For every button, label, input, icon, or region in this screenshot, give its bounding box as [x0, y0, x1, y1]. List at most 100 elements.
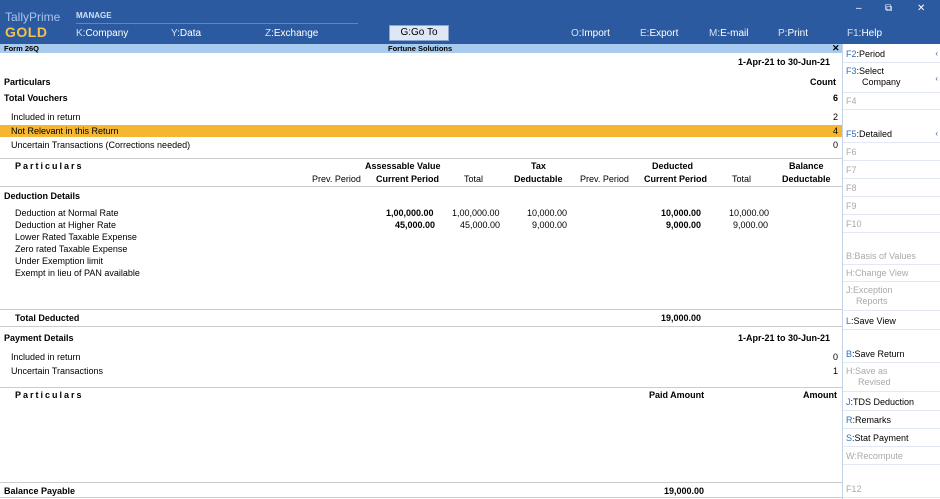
row-higher-rate-label[interactable]: Deduction at Higher Rate	[15, 220, 116, 230]
payment-included-label[interactable]: Included in return	[11, 352, 81, 362]
row-normal-rate-av-total: 1,00,000.00	[452, 208, 500, 218]
report-period[interactable]: 1-Apr-21 to 30-Jun-21	[738, 57, 830, 67]
ded-current-period-header: Current Period	[644, 174, 708, 184]
save-return-button[interactable]: B:Save Return	[843, 347, 940, 363]
row-lower-rated-label[interactable]: Lower Rated Taxable Expense	[15, 232, 137, 242]
total-deducted-value: 19,000.00	[661, 313, 702, 323]
period-button[interactable]: F2:Period ‹	[843, 46, 940, 63]
recompute-button[interactable]: W:Recompute	[843, 448, 940, 465]
not-relevant-value: 4	[833, 126, 839, 136]
data-menu[interactable]: Y:Data	[171, 28, 201, 39]
exchange-menu[interactable]: Z:Exchange	[265, 28, 318, 39]
amount-header: Amount	[803, 390, 837, 400]
divider	[0, 482, 842, 483]
f8-button[interactable]: F8	[843, 180, 940, 197]
select-company-button[interactable]: F3:Select Company ‹	[843, 64, 940, 93]
stat-payment-button[interactable]: S:Stat Payment	[843, 430, 940, 447]
av-current-period-header: Current Period	[376, 174, 440, 184]
save-view-button[interactable]: L:Save View	[843, 313, 940, 330]
total-deducted-label: Total Deducted	[15, 313, 80, 323]
brand-edition: GOLD	[5, 24, 48, 40]
tds-deduction-button[interactable]: J:TDS Deduction	[843, 394, 940, 411]
f9-button[interactable]: F9	[843, 198, 940, 215]
help-menu[interactable]: F1:Help	[847, 28, 882, 39]
divider	[0, 186, 842, 187]
paid-amount-header: Paid Amount	[649, 390, 705, 400]
tax-deductable-header: Deductable	[514, 174, 563, 184]
included-label[interactable]: Included in return	[11, 112, 81, 122]
ded-particulars-header: Particulars	[15, 161, 84, 171]
payment-particulars-header: Particulars	[15, 390, 84, 400]
minimize-icon[interactable]: –	[856, 3, 862, 14]
change-view-button[interactable]: H:Change View	[843, 266, 940, 282]
company-name: Fortune Solutions	[388, 44, 453, 53]
count-header: Count	[810, 77, 836, 87]
deducted-header: Deducted	[652, 161, 694, 171]
ded-total-header: Total	[732, 174, 752, 184]
balance-deductable-header: Deductable	[782, 174, 831, 184]
uncertain-label[interactable]: Uncertain Transactions (Corrections need…	[11, 140, 190, 150]
goto-button[interactable]: G:Go To	[389, 25, 449, 41]
balance-header: Balance	[789, 161, 824, 171]
payment-uncertain-value: 1	[833, 366, 839, 376]
balance-payable-label: Balance Payable	[4, 486, 76, 496]
f6-button[interactable]: F6	[843, 144, 940, 161]
company-menu[interactable]: K:Company	[76, 28, 128, 39]
f12-button[interactable]: F12	[843, 482, 940, 498]
particulars-header: Particulars	[4, 77, 51, 87]
row-exempt-pan-label[interactable]: Exempt in lieu of PAN available	[15, 268, 140, 278]
assessable-value-header: Assessable Value	[365, 161, 441, 171]
selected-row-highlight[interactable]	[0, 125, 842, 137]
row-normal-rate-tax: 10,000.00	[527, 208, 568, 218]
button-sidebar: F2:Period ‹ F3:Select Company ‹ F4 F5:Detai…	[842, 44, 940, 499]
restore-icon[interactable]: ⧉	[885, 3, 892, 14]
top-bar: TallyPrime GOLD MANAGE K:Company Y:Data …	[0, 0, 940, 44]
chevron-left-icon: ‹	[935, 129, 938, 138]
close-window-icon[interactable]: ✕	[917, 3, 925, 14]
row-normal-rate-av-current: 1,00,000.00	[386, 208, 434, 218]
not-relevant-label[interactable]: Not Relevant in this Return	[11, 126, 119, 136]
row-higher-rate-av-total: 45,000.00	[460, 220, 501, 230]
form-name: Form 26Q	[4, 44, 40, 53]
ded-prev-period-header: Prev. Period	[580, 174, 629, 184]
row-higher-rate-tax: 9,000.00	[532, 220, 568, 230]
total-vouchers-label[interactable]: Total Vouchers	[4, 93, 68, 103]
export-menu[interactable]: E:Export	[640, 28, 678, 39]
divider	[0, 326, 842, 327]
divider	[0, 387, 842, 388]
payment-details-title: Payment Details	[4, 333, 74, 343]
payment-period[interactable]: 1-Apr-21 to 30-Jun-21	[738, 333, 830, 343]
manage-label: MANAGE	[76, 11, 112, 20]
row-normal-rate-ded-current: 10,000.00	[661, 208, 702, 218]
divider	[0, 158, 842, 159]
row-exemption-label[interactable]: Under Exemption limit	[15, 256, 103, 266]
tax-header: Tax	[531, 161, 546, 171]
chevron-left-icon: ‹	[935, 49, 938, 58]
remarks-button[interactable]: R:Remarks	[843, 412, 940, 429]
print-menu[interactable]: P:Print	[778, 28, 808, 39]
detailed-button[interactable]: F5:Detailed ‹	[843, 126, 940, 143]
email-menu[interactable]: M:E-mail	[709, 28, 748, 39]
report-title-bar: Form 26Q Fortune Solutions ✕	[0, 43, 842, 53]
included-value: 2	[833, 112, 839, 122]
save-as-revised-button[interactable]: H:Save as Revised	[843, 364, 940, 392]
f4-button[interactable]: F4	[843, 94, 940, 110]
divider	[0, 497, 842, 498]
row-higher-rate-ded-current: 9,000.00	[666, 220, 702, 230]
row-zero-rated-label[interactable]: Zero rated Taxable Expense	[15, 244, 127, 254]
brand-name: TallyPrime	[5, 10, 61, 24]
balance-payable-value: 19,000.00	[664, 486, 705, 496]
f7-button[interactable]: F7	[843, 162, 940, 179]
payment-included-value: 0	[833, 352, 839, 362]
row-higher-rate-ded-total: 9,000.00	[733, 220, 769, 230]
payment-uncertain-label[interactable]: Uncertain Transactions	[11, 366, 103, 376]
f10-button[interactable]: F10	[843, 216, 940, 233]
chevron-left-icon: ‹	[935, 74, 938, 83]
deduction-details-title: Deduction Details	[4, 191, 81, 201]
av-prev-period-header: Prev. Period	[312, 174, 361, 184]
import-menu[interactable]: O:Import	[571, 28, 610, 39]
av-total-header: Total	[464, 174, 484, 184]
basis-of-values-button[interactable]: B:Basis of Values	[843, 249, 940, 265]
exception-reports-button[interactable]: J:Exception Reports	[843, 283, 940, 311]
row-normal-rate-label[interactable]: Deduction at Normal Rate	[15, 208, 119, 218]
